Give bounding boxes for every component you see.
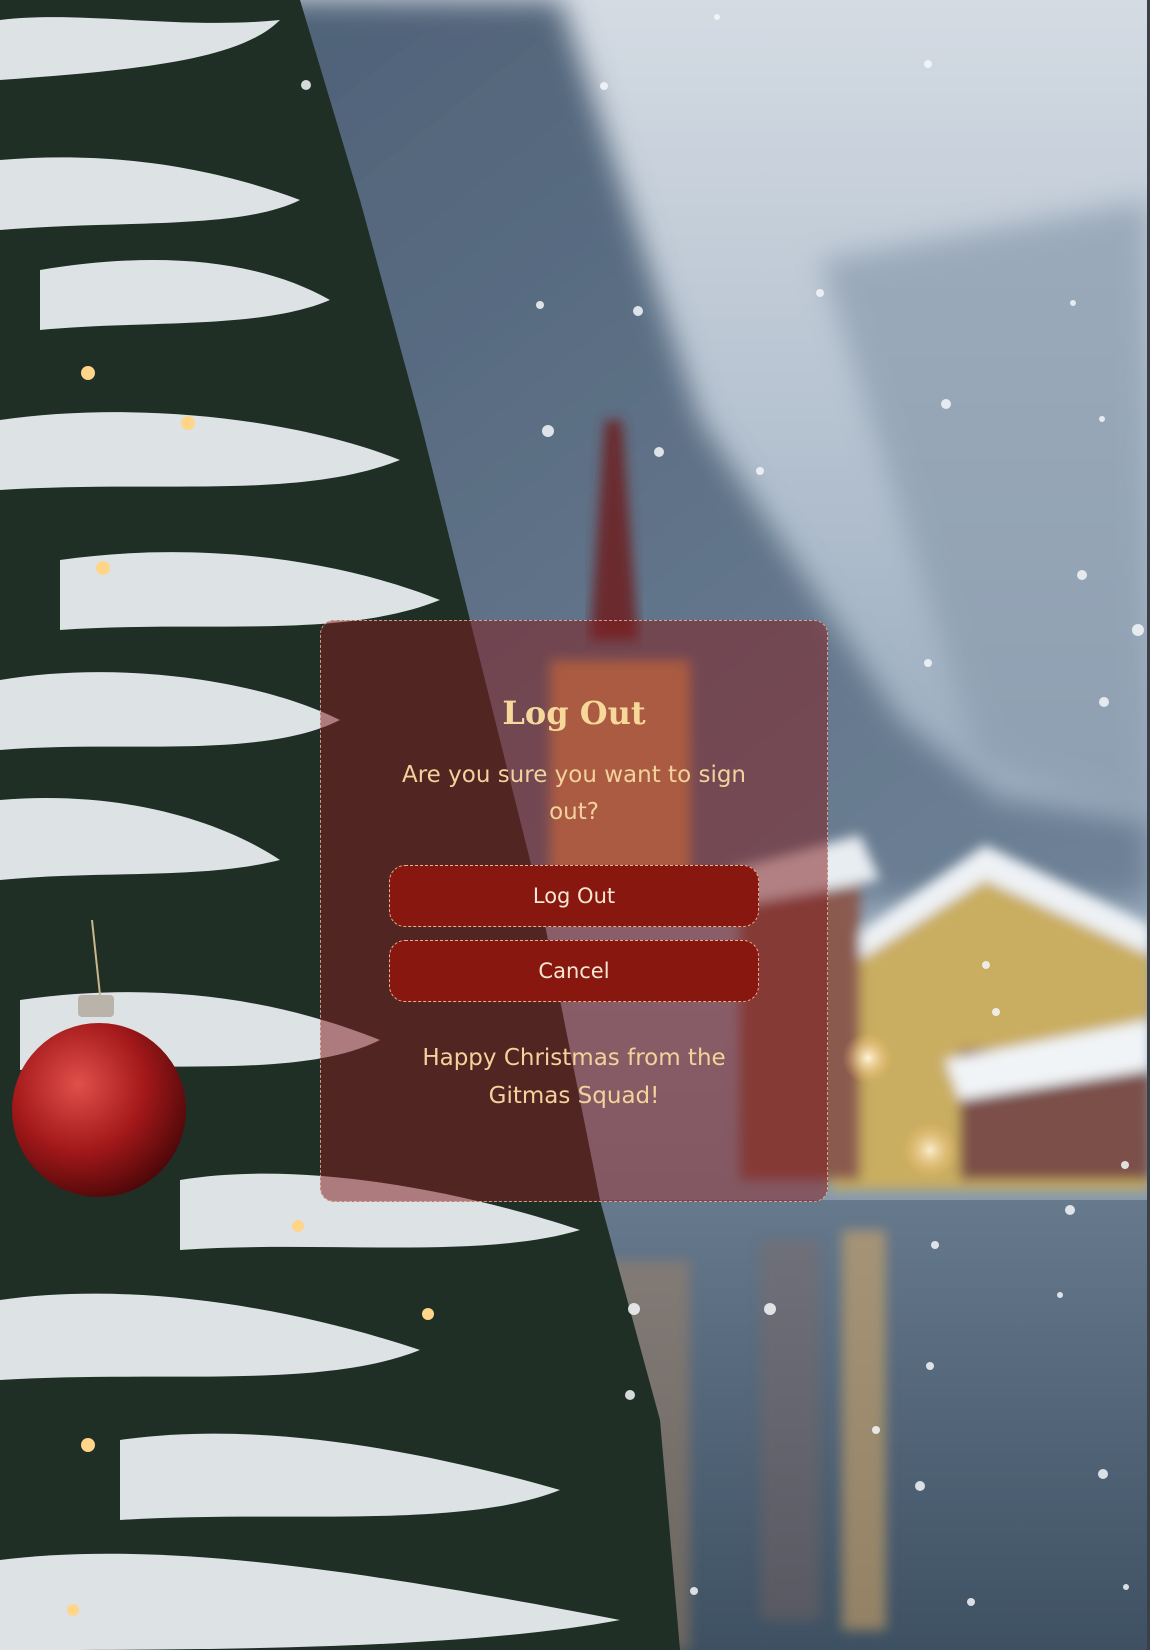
dialog-message: Are you sure you want to sign out? (401, 762, 747, 825)
cancel-button[interactable]: Cancel (389, 940, 759, 1002)
logout-dialog: Log Out Are you sure you want to sign ou… (320, 620, 828, 1202)
holiday-greeting: Happy Christmas from the Gitmas Squad! (422, 1045, 726, 1109)
dialog-title: Log Out (502, 694, 646, 732)
logout-button[interactable]: Log Out (389, 865, 759, 927)
